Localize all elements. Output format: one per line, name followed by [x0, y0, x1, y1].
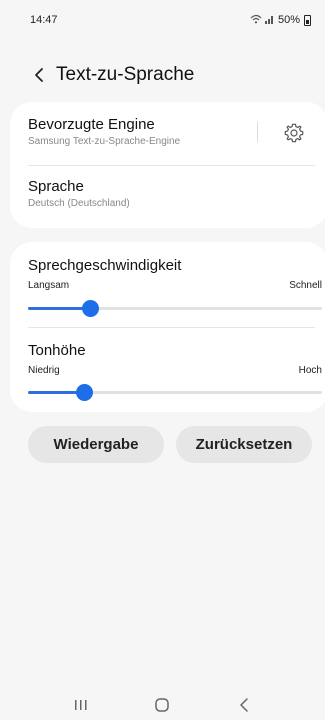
battery-icon [304, 14, 311, 26]
pitch-label: Tonhöhe [28, 342, 86, 359]
preferred-engine-value: Samsung Text-zu-Sprache-Engine [28, 136, 181, 147]
speech-rate-fill [28, 307, 90, 310]
play-button[interactable]: Wiedergabe [28, 426, 164, 463]
wifi-icon [250, 14, 262, 27]
speech-rate-label: Sprechgeschwindigkeit [28, 257, 182, 274]
recents-icon[interactable] [66, 693, 96, 717]
pitch-section: Tonhöhe Niedrig Hoch [28, 342, 322, 376]
chevron-left-icon[interactable] [28, 64, 50, 86]
header: Text-zu-Sprache [0, 58, 325, 92]
preferred-engine-row[interactable]: Bevorzugte Engine Samsung Text-zu-Sprach… [28, 116, 318, 166]
home-icon[interactable] [147, 693, 177, 717]
pitch-thumb[interactable] [76, 384, 93, 401]
language-row[interactable]: Sprache Deutsch (Deutschland) [28, 178, 318, 218]
speech-rate-section: Sprechgeschwindigkeit Langsam Schnell [28, 257, 322, 291]
navigation-bar [0, 690, 325, 720]
reset-button[interactable]: Zurücksetzen [176, 426, 312, 463]
status-icons: 50% [250, 14, 311, 27]
language-value: Deutsch (Deutschland) [28, 198, 130, 209]
speech-rate-max-label: Schnell [289, 280, 322, 291]
pitch-max-label: Hoch [298, 365, 322, 376]
pitch-slider[interactable] [28, 384, 322, 401]
speech-rate-min-label: Langsam [28, 280, 70, 291]
divider [28, 327, 315, 328]
back-icon[interactable] [229, 693, 259, 717]
page-title: Text-zu-Sprache [56, 64, 195, 85]
divider [257, 122, 258, 142]
pitch-min-label: Niedrig [28, 365, 60, 376]
gear-icon[interactable] [281, 120, 307, 146]
status-time: 14:47 [30, 14, 58, 26]
speech-rate-slider[interactable] [28, 300, 322, 317]
battery-percent: 50% [277, 14, 300, 26]
status-bar: 14:47 50% [0, 0, 325, 40]
language-label: Sprache [28, 178, 84, 195]
divider [28, 165, 315, 166]
preferred-engine-label: Bevorzugte Engine [28, 116, 155, 133]
signal-icon [264, 14, 275, 27]
speech-rate-thumb[interactable] [82, 300, 99, 317]
